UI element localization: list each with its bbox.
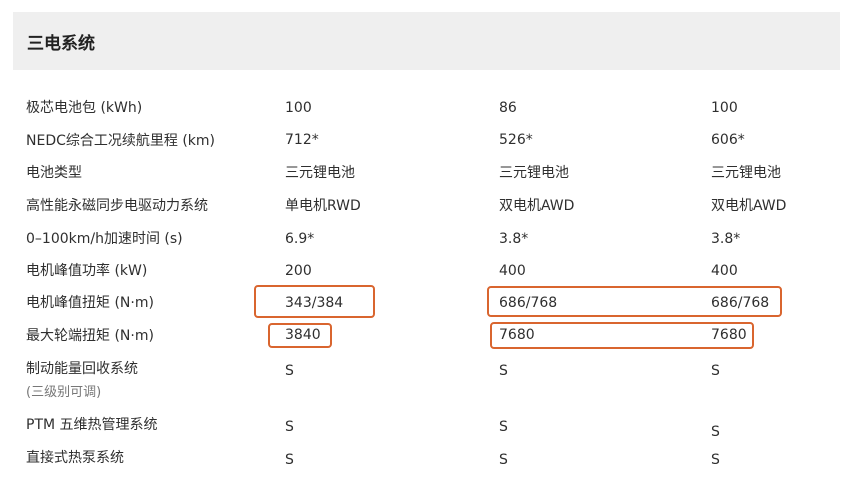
cell-value: 100: [285, 100, 312, 116]
cell-value: 400: [711, 263, 738, 279]
row-label: 电池类型: [26, 165, 82, 181]
cell-value: 86: [499, 100, 517, 116]
cell-value: 6.9*: [285, 231, 315, 247]
cell-value: 712*: [285, 132, 319, 148]
cell-value: 双电机AWD: [711, 198, 787, 214]
row-label: 高性能永磁同步电驱动力系统: [26, 198, 208, 214]
row-label: 电机峰值功率 (kW): [26, 263, 148, 279]
cell-value: 3.8*: [711, 231, 741, 247]
cell-value: 双电机AWD: [499, 198, 575, 214]
highlight-box: [487, 286, 782, 317]
cell-value: 400: [499, 263, 526, 279]
cell-value: S: [285, 452, 294, 468]
highlight-box: [254, 285, 375, 318]
cell-value: 三元锂电池: [499, 165, 569, 181]
section-title: 三电系统: [27, 34, 95, 54]
cell-value: 3.8*: [499, 231, 529, 247]
cell-value: S: [711, 452, 720, 468]
row-label: 最大轮端扭矩 (N·m): [26, 328, 154, 344]
cell-value: 606*: [711, 132, 745, 148]
cell-value: 单电机RWD: [285, 198, 361, 214]
row-label: NEDC综合工况续航里程 (km): [26, 133, 215, 149]
cell-value: S: [499, 452, 508, 468]
row-label: 0–100km/h加速时间 (s): [26, 231, 183, 247]
row-label: 电机峰值扭矩 (N·m): [26, 295, 154, 311]
cell-value: S: [499, 363, 508, 379]
cell-value: S: [499, 419, 508, 435]
cell-value: 三元锂电池: [285, 165, 355, 181]
row-label: 直接式热泵系统: [26, 450, 124, 466]
cell-value: 100: [711, 100, 738, 116]
cell-value: S: [285, 363, 294, 379]
cell-value: S: [285, 419, 294, 435]
section-header: 三电系统: [13, 12, 840, 70]
highlight-box: [268, 323, 332, 348]
cell-value: 200: [285, 263, 312, 279]
row-label: 制动能量回收系统: [26, 361, 138, 377]
row-sublabel: (三级别可调): [26, 385, 102, 400]
row-label: 极芯电池包 (kWh): [26, 100, 143, 116]
cell-value: 三元锂电池: [711, 165, 781, 181]
highlight-box: [490, 322, 754, 349]
cell-value: S: [711, 424, 720, 440]
cell-value: 526*: [499, 132, 533, 148]
row-label: PTM 五维热管理系统: [26, 417, 158, 433]
cell-value: S: [711, 363, 720, 379]
